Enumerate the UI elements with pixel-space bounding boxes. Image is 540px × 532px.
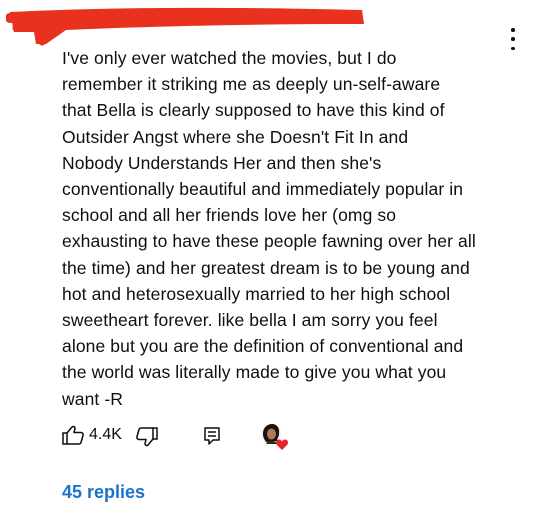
replies-link[interactable]: 45 replies [62,482,145,503]
thumbs-down-icon[interactable] [136,427,158,447]
comment-text: I've only ever watched the movies, but I… [62,48,476,409]
thumbs-up-icon[interactable] [62,425,84,445]
like-count: 4.4K [89,426,122,443]
reply-icon[interactable] [204,427,220,446]
redaction-scribble [6,7,364,46]
creator-heart-icon [261,424,289,450]
comment-actions: 4.4K [62,423,362,450]
